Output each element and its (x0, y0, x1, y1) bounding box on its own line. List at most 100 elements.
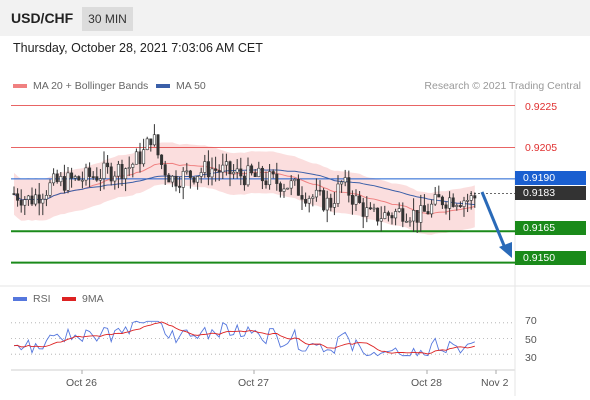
candle-body (448, 197, 452, 209)
candle-body (196, 176, 200, 183)
candle-body (361, 202, 365, 217)
candle-body (268, 171, 272, 186)
candle-body (210, 168, 214, 178)
candle-body (23, 199, 27, 206)
price-chart (0, 90, 590, 396)
candle-body (260, 167, 264, 182)
candle-body (257, 167, 261, 177)
resistance-1-label: 0.9205 (525, 142, 558, 154)
candle-body (325, 197, 329, 211)
candle-body (73, 176, 77, 179)
candle-body (401, 208, 405, 222)
support-2-label: 0.9150 (515, 251, 586, 265)
candle-body (80, 179, 84, 182)
candle-body (131, 163, 135, 168)
candle-body (188, 170, 192, 178)
candle-body (271, 171, 275, 175)
candle-body (372, 207, 376, 210)
candle-body (376, 207, 380, 222)
candle-body (214, 168, 218, 171)
candle-body (232, 171, 236, 175)
candle-body (127, 167, 131, 169)
candle-body (52, 173, 56, 184)
candle-body (109, 166, 113, 182)
candle-body (422, 205, 426, 212)
candle-body (77, 176, 81, 181)
candle-body (88, 167, 92, 177)
candle-body (379, 218, 383, 222)
candle-body (113, 175, 117, 182)
rsi-pane (11, 320, 515, 357)
candle-body (286, 187, 290, 190)
candle-body (386, 212, 390, 216)
candle-body (221, 164, 225, 173)
candle-body (296, 179, 300, 196)
candle-body (311, 196, 315, 199)
candle-body (30, 195, 34, 205)
candle-body (59, 176, 63, 183)
candle-body (354, 195, 358, 205)
candle-body (48, 182, 52, 196)
candle-body (84, 167, 88, 181)
candle-body (91, 176, 95, 178)
candle-body (368, 207, 372, 210)
ma9-swatch (62, 297, 76, 302)
candle-body (304, 198, 308, 204)
candle-body (462, 200, 466, 207)
forecast-arrowhead (499, 242, 512, 258)
candle-body (16, 193, 20, 201)
pivot-label: 0.9190 (515, 171, 586, 185)
candle-body (293, 179, 297, 182)
candle-body (163, 164, 167, 176)
candle-body (62, 176, 66, 191)
candle-body (415, 210, 419, 223)
candle-body (451, 197, 455, 207)
candle-body (458, 205, 462, 207)
rsi-swatch (13, 297, 27, 302)
rsi-tick-30: 30 (525, 352, 537, 364)
candle-body (289, 180, 293, 189)
x-tick-label-oct27: Oct 27 (238, 377, 269, 389)
candle-body (253, 172, 257, 177)
candle-body (412, 210, 416, 222)
candle-body (343, 177, 347, 183)
candle-body (181, 171, 185, 188)
candle-body (347, 177, 351, 196)
candle-body (264, 180, 268, 186)
candle-body (307, 198, 311, 204)
candle-body (358, 195, 362, 203)
candle-body (433, 194, 437, 205)
candle-body (340, 181, 344, 185)
rsi-legend-label: RSI (33, 293, 51, 305)
candle-body (430, 203, 434, 215)
candle-body (300, 195, 304, 200)
candle-body (437, 194, 441, 198)
candle-body (242, 175, 246, 186)
resistance-2-label: 0.9225 (525, 101, 558, 113)
candle-body (34, 194, 38, 205)
candle-body (217, 170, 221, 173)
candle-body (170, 175, 174, 183)
candle-body (167, 174, 171, 183)
candle-body (174, 175, 178, 187)
x-axis-ticks (81, 370, 497, 374)
candle-body (282, 188, 286, 192)
candle-body (66, 172, 70, 191)
candle-body (466, 200, 470, 202)
candle-body (206, 161, 210, 178)
candle-body (156, 134, 160, 156)
candle-body (142, 149, 146, 165)
candle-body (455, 205, 459, 207)
candle-body (469, 195, 473, 201)
candle-body (70, 172, 74, 179)
ma9-legend-label: 9MA (82, 293, 104, 305)
candle-body (55, 173, 59, 183)
candle-body (41, 198, 45, 204)
rsi-line (13, 320, 475, 357)
candle-body (149, 138, 153, 146)
candle-body (152, 134, 156, 146)
rsi-legend: RSI (13, 293, 51, 305)
candle-body (124, 168, 128, 179)
candle-body (138, 151, 142, 165)
candle-body (239, 168, 243, 177)
